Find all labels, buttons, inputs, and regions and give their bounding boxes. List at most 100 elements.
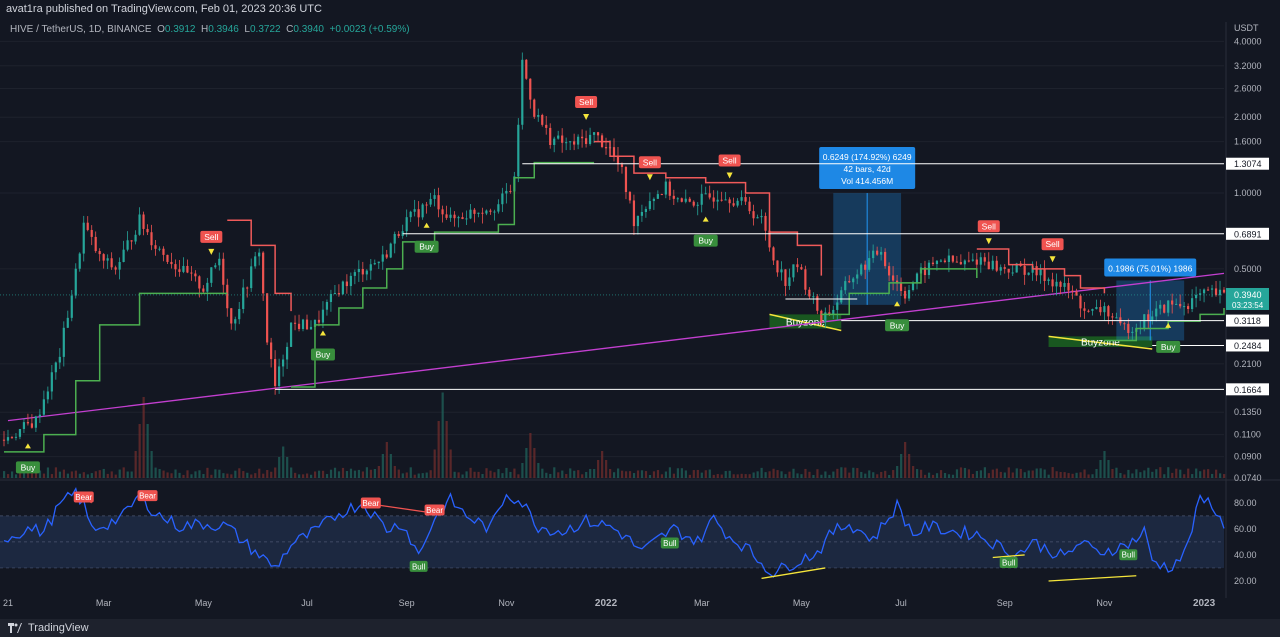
chart-canvas[interactable]: BuyzoneBuyzone 0.6249 (174.92%) 624942 b… <box>0 0 1280 637</box>
volume-bar <box>262 473 265 478</box>
volume-bar <box>166 472 169 478</box>
volume-bar <box>162 470 165 478</box>
candle-body <box>34 416 37 428</box>
volume-bar <box>114 474 117 478</box>
ascending-trendline <box>7 272 1225 422</box>
volume-bar <box>1079 472 1082 478</box>
candle-body <box>202 288 205 292</box>
buy-arrow-icon <box>24 443 31 449</box>
volume-bar <box>541 468 544 478</box>
volume-bar <box>198 470 201 478</box>
candle-body <box>297 323 301 329</box>
volume-bar <box>1223 474 1226 478</box>
volume-bar <box>720 474 723 478</box>
volume-bar <box>126 471 129 478</box>
candle-body <box>122 249 125 262</box>
candle-body <box>1107 306 1110 317</box>
price-tick: 3.2000 <box>1234 61 1262 71</box>
candle-body <box>1023 265 1026 275</box>
volume-bar <box>788 471 791 478</box>
volume-bar <box>10 471 14 478</box>
volume-bar <box>473 471 476 478</box>
volume-bar <box>385 442 388 478</box>
candle-body <box>680 198 683 202</box>
candle-body <box>688 198 691 202</box>
buy-arrow-icon <box>423 222 430 228</box>
volume-bar <box>1199 471 1202 478</box>
candle-body <box>624 167 628 193</box>
volume-bar <box>744 474 747 478</box>
volume-bar <box>429 470 432 478</box>
candle-body <box>433 195 436 199</box>
volume-bar <box>242 471 245 478</box>
volume-bar <box>302 474 305 478</box>
volume-bar <box>668 467 672 478</box>
candle-body <box>1055 281 1058 287</box>
volume-bar <box>46 467 50 478</box>
volume-bar <box>896 466 899 478</box>
volume-bar <box>389 454 392 478</box>
candle-body <box>361 268 364 275</box>
volume-bar <box>919 469 923 478</box>
candle-body <box>947 255 951 262</box>
candle-body <box>995 260 998 271</box>
time-tick: Sep <box>997 598 1013 608</box>
buy-label: Buy <box>21 462 36 472</box>
candle-body <box>78 253 81 269</box>
volume-bar <box>214 469 217 478</box>
candle-body <box>481 212 484 214</box>
volume-bar <box>756 471 759 478</box>
volume-bar <box>74 470 77 478</box>
volume-bar <box>856 468 859 478</box>
volume-bar <box>441 392 444 478</box>
candle-body <box>525 59 528 79</box>
volume-bar <box>1083 469 1086 478</box>
currency-label: USDT <box>1234 23 1259 33</box>
volume-bar <box>150 451 153 478</box>
candle-body <box>1099 306 1102 313</box>
candle-body <box>262 252 265 294</box>
candle-body <box>796 264 799 268</box>
candle-body <box>317 319 321 323</box>
volume-bar <box>1071 473 1074 478</box>
candle-body <box>1218 289 1222 296</box>
volume-bar <box>122 467 125 478</box>
volume-bar <box>405 472 408 478</box>
volume-bar <box>732 474 735 478</box>
candle-body <box>301 319 305 329</box>
candle-body <box>963 260 966 265</box>
candle-body <box>234 319 237 324</box>
candle-body <box>393 233 396 244</box>
bull-label: Bull <box>1002 559 1016 568</box>
candle-body <box>1222 289 1226 293</box>
buy-label: Buy <box>419 242 434 252</box>
candle-body <box>931 262 935 265</box>
candle-body <box>1187 306 1190 310</box>
volume-bar <box>250 474 253 478</box>
candle-body <box>872 250 875 259</box>
candle-body <box>421 204 424 218</box>
volume-bar <box>246 472 249 478</box>
candle-body <box>652 198 655 202</box>
volume-bar <box>1187 468 1190 478</box>
time-tick: Nov <box>498 598 515 608</box>
candle-body <box>856 274 859 279</box>
trendline[interactable] <box>7 272 1225 422</box>
volume-bar <box>186 470 189 478</box>
volume-bar <box>916 469 919 478</box>
price-tick: 2.6000 <box>1234 83 1262 93</box>
candle-body <box>170 261 173 265</box>
candle-body <box>289 322 293 347</box>
volume-bar <box>676 468 679 478</box>
candle-body <box>98 251 101 255</box>
time-tick: Jul <box>301 598 313 608</box>
candle-body <box>1039 269 1042 276</box>
candle-body <box>951 255 954 262</box>
volume-bar <box>1151 471 1154 478</box>
candle-body <box>293 322 297 324</box>
rsi-divergence-bull <box>1048 575 1137 582</box>
candle-body <box>1194 294 1198 299</box>
volume-bar <box>337 471 341 478</box>
volume-bar <box>226 473 229 478</box>
volume-bar <box>708 469 711 478</box>
